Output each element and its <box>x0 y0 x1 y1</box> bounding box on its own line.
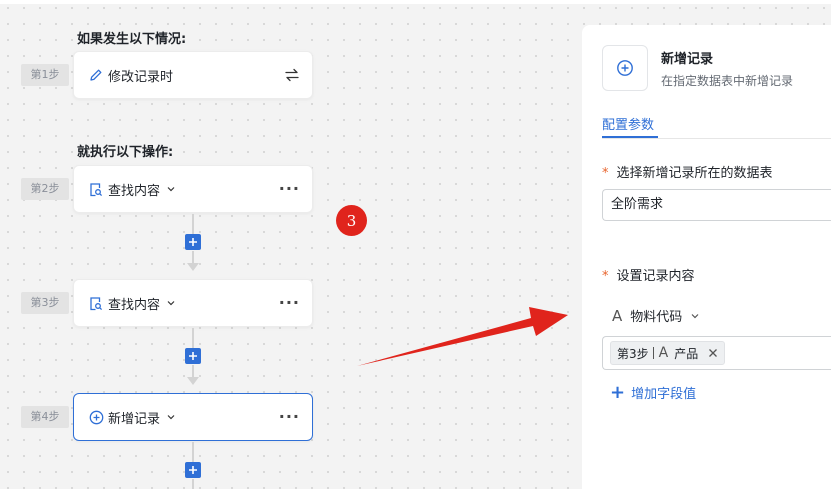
config-panel: 新增记录 在指定数据表中新增记录 配置参数 * 选择新增记录所在的数据表 全阶需求… <box>582 25 831 489</box>
content-field-label: * 设置记录内容 <box>602 265 695 284</box>
chip-field-name: 产品 <box>674 346 699 361</box>
value-chip[interactable]: 第3步 A 产品 <box>610 341 726 365</box>
panel-subtitle: 在指定数据表中新增记录 <box>661 74 794 88</box>
field-value-input[interactable]: 第3步 A 产品 <box>602 336 831 370</box>
tab-divider <box>602 138 831 139</box>
tab-config-params[interactable]: 配置参数 <box>602 114 654 133</box>
required-mark: * <box>602 269 609 284</box>
plus-circle-icon <box>602 45 648 91</box>
table-field-text: 选择新增记录所在的数据表 <box>616 166 773 181</box>
plus-icon: + <box>610 381 626 403</box>
table-select[interactable]: 全阶需求 <box>602 189 831 221</box>
chip-step: 第3步 <box>617 346 649 361</box>
chevron-down-icon[interactable] <box>690 311 700 321</box>
field-name-label: 物料代码 <box>630 310 683 325</box>
chip-separator <box>652 347 654 359</box>
add-field-label: 增加字段值 <box>631 387 697 402</box>
required-mark: * <box>602 166 609 181</box>
text-field-icon: A <box>658 345 669 361</box>
content-field-text: 设置记录内容 <box>616 269 695 284</box>
field-name-dropdown[interactable]: A 物料代码 <box>612 306 700 325</box>
text-field-icon: A <box>612 306 623 325</box>
add-field-value-button[interactable]: + 增加字段值 <box>610 383 696 402</box>
panel-title: 新增记录 <box>661 52 714 67</box>
close-icon[interactable] <box>708 348 718 358</box>
table-field-label: * 选择新增记录所在的数据表 <box>602 162 773 181</box>
